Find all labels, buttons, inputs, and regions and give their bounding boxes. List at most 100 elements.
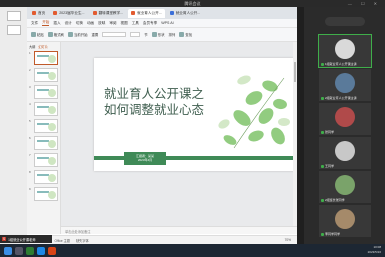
tool-button[interactable] bbox=[6, 25, 21, 35]
shape-button[interactable]: 形状 bbox=[151, 32, 164, 37]
menu-insert[interactable]: 插入 bbox=[53, 21, 60, 26]
font-select[interactable] bbox=[102, 32, 127, 37]
slide-thumb[interactable]: 3 bbox=[29, 85, 58, 99]
reset-button[interactable]: 重置 bbox=[92, 32, 99, 37]
left-tool-strip bbox=[0, 7, 27, 244]
section-button[interactable]: 节 bbox=[144, 32, 147, 37]
thumb-image bbox=[34, 136, 58, 150]
search-icon[interactable] bbox=[15, 246, 23, 255]
menu-tools[interactable]: 工具 bbox=[132, 21, 139, 26]
thumb-tabs: 大纲 幻灯片 bbox=[29, 44, 58, 49]
menu-animation[interactable]: 动画 bbox=[87, 21, 94, 26]
participant-tile[interactable]: 张同学 bbox=[319, 103, 371, 135]
menu-bar: 文件 开始 插入 设计 切换 动画 放映 审阅 视图 工具 会员专享 WPS A… bbox=[27, 19, 297, 28]
shape-icon bbox=[151, 32, 157, 37]
slide-thumbnail-panel: 大纲 幻灯片 1 2 3 4 5 6 7 8 9 bbox=[27, 42, 61, 234]
menu-member[interactable]: 会员专享 bbox=[143, 21, 157, 26]
mic-icon bbox=[321, 96, 324, 100]
slide-thumb[interactable]: 2 bbox=[29, 68, 58, 82]
missing-font[interactable]: 缺失字体 bbox=[76, 238, 89, 243]
browser-icon[interactable] bbox=[26, 246, 34, 255]
format-painter-button[interactable]: 格式刷 bbox=[47, 32, 64, 37]
tab-doc-1[interactable]: 2023届毕业生... bbox=[50, 9, 87, 18]
avatar bbox=[335, 39, 355, 59]
status-bar: 幻灯片 1 / 13 Office 主题 缺失字体 70% bbox=[27, 235, 297, 244]
thumb-image bbox=[34, 153, 58, 167]
window-controls[interactable]: — ☐ ✕ bbox=[348, 0, 381, 7]
menu-slideshow[interactable]: 放映 bbox=[98, 21, 105, 26]
tab-outline[interactable]: 大纲 bbox=[29, 44, 35, 49]
tool-button[interactable] bbox=[6, 11, 21, 21]
wps-presentation-window: 首页 2023届毕业生... 翻转课堂教学... 就业育人公开... 就业育人公… bbox=[27, 7, 297, 244]
participant-tile[interactable]: 2组就业育人公开课主讲 bbox=[319, 69, 371, 101]
slide-thumb[interactable]: 9 bbox=[29, 187, 58, 201]
tab-doc-4[interactable]: 就业育人公开... bbox=[167, 9, 204, 18]
vertical-scrollbar[interactable] bbox=[293, 42, 297, 226]
doc-icon bbox=[169, 11, 174, 15]
notes-area[interactable]: 单击此处添加备注 bbox=[61, 226, 297, 234]
zoom-level[interactable]: 70% bbox=[285, 238, 291, 242]
menu-review[interactable]: 审阅 bbox=[109, 21, 116, 26]
ppt-icon bbox=[53, 11, 58, 15]
system-clock: 10:08 2023/5/16 bbox=[367, 245, 381, 254]
participant-tile[interactable]: 1组就业育人公开课主讲 bbox=[318, 34, 372, 68]
start-icon[interactable] bbox=[4, 246, 12, 255]
menu-transition[interactable]: 切换 bbox=[76, 21, 83, 26]
menu-view[interactable]: 视图 bbox=[121, 21, 128, 26]
thumb-image bbox=[34, 187, 58, 201]
thumb-image bbox=[34, 51, 58, 65]
font-size-select[interactable] bbox=[130, 32, 141, 37]
participant-tile[interactable]: 2组班长张同学 bbox=[319, 171, 371, 203]
slide-title: 就业育人公开课之 如何调整就业心态 bbox=[104, 86, 205, 117]
meeting-title: 腾讯会议 bbox=[184, 1, 201, 6]
participant-tile[interactable]: 王同学 bbox=[319, 137, 371, 169]
meeting-app-icon[interactable] bbox=[37, 246, 45, 255]
participant-tile[interactable]: 李同学同学 bbox=[319, 205, 371, 237]
presenter-badge: S bbox=[2, 237, 7, 241]
menu-design[interactable]: 设计 bbox=[65, 21, 72, 26]
slide-thumb[interactable]: 4 bbox=[29, 102, 58, 116]
search-icon bbox=[179, 32, 185, 37]
mic-icon bbox=[321, 130, 324, 134]
paste-icon bbox=[31, 32, 36, 37]
participant-panel: 1组就业育人公开课主讲 2组就业育人公开课主讲 张同学 王同学 2组班长张同学 … bbox=[304, 7, 385, 244]
tab-home[interactable]: 首页 bbox=[29, 9, 48, 18]
paste-button[interactable]: 粘贴 bbox=[31, 32, 44, 37]
ppt-icon bbox=[131, 11, 136, 15]
find-button[interactable]: 查找 bbox=[179, 32, 192, 37]
brush-icon bbox=[47, 32, 53, 37]
slide-icon bbox=[67, 32, 73, 37]
panel-header bbox=[304, 7, 385, 35]
menu-wps-ai[interactable]: WPS AI bbox=[161, 21, 173, 25]
slide-thumb[interactable]: 7 bbox=[29, 153, 58, 167]
tab-slides[interactable]: 幻灯片 bbox=[38, 44, 48, 49]
wps-icon[interactable] bbox=[48, 246, 56, 255]
thumb-image bbox=[34, 119, 58, 133]
panel-toggle[interactable] bbox=[324, 16, 365, 26]
ppt-icon bbox=[92, 11, 97, 15]
slide-thumb[interactable]: 1 bbox=[29, 51, 58, 65]
mic-icon bbox=[321, 198, 324, 202]
new-slide-button[interactable]: 当前开始 bbox=[67, 32, 88, 37]
tab-doc-active[interactable]: 就业育人公开... bbox=[128, 8, 165, 18]
thumb-image bbox=[34, 170, 58, 184]
taskbar: 10:08 2023/5/16 bbox=[0, 244, 385, 257]
arrange-button[interactable]: 排列 bbox=[168, 32, 175, 37]
menu-home[interactable]: 开始 bbox=[42, 20, 50, 26]
avatar bbox=[335, 107, 355, 127]
slide-thumb[interactable]: 8 bbox=[29, 170, 58, 184]
theme-name: Office 主题 bbox=[54, 238, 70, 243]
mic-icon bbox=[321, 232, 324, 236]
avatar bbox=[335, 73, 355, 93]
meeting-title-bar: 腾讯会议 — ☐ ✕ bbox=[0, 0, 385, 7]
current-slide[interactable]: 就业育人公开课之 如何调整就业心态 汇报者：某某 2023年4月 bbox=[94, 58, 294, 171]
tab-doc-2[interactable]: 翻转课堂教学... bbox=[90, 9, 127, 18]
slide-thumb[interactable]: 6 bbox=[29, 136, 58, 150]
home-icon bbox=[32, 11, 36, 15]
presenter-label: S 1组就业公开课老师 bbox=[0, 235, 52, 243]
tab-bar: 首页 2023届毕业生... 翻转课堂教学... 就业育人公开... 就业育人公… bbox=[27, 7, 297, 19]
menu-file[interactable]: 文件 bbox=[31, 21, 38, 26]
slide-thumb[interactable]: 5 bbox=[29, 119, 58, 133]
thumb-image bbox=[34, 68, 58, 82]
avatar bbox=[335, 209, 355, 229]
